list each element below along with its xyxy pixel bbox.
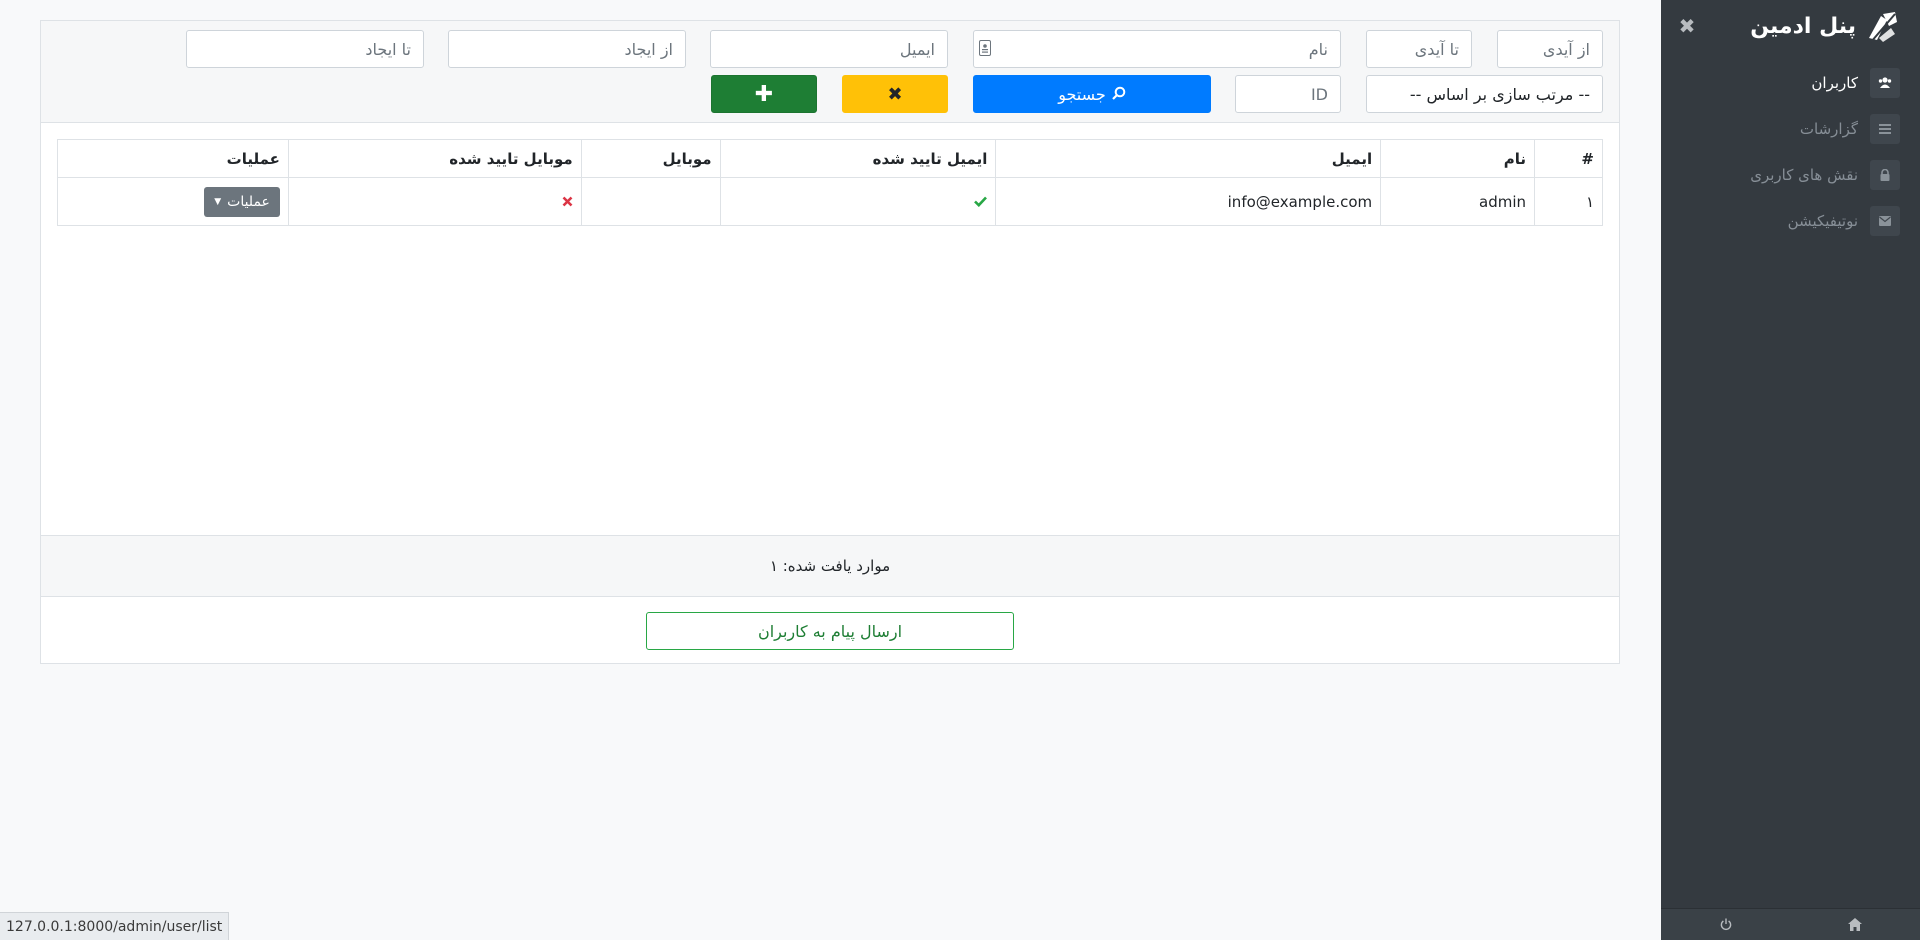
status-bar-url: 127.0.0.1:8000/admin/user/list [0, 912, 230, 940]
sort-select-value: -- مرتب سازی بر اساس -- [1409, 84, 1590, 104]
users-icon [1870, 68, 1900, 98]
search-icon [1112, 85, 1126, 104]
brand-logo-icon [1864, 7, 1902, 45]
cross-icon [562, 193, 573, 211]
sidebar: پنل ادمین ✖ کاربران گزارشات نقش های کارب… [1661, 0, 1920, 940]
contact-card-icon [979, 40, 991, 56]
caret-down-icon: ▼ [214, 196, 222, 207]
from-id-input[interactable] [1497, 30, 1603, 68]
id-input[interactable] [1235, 75, 1341, 113]
sort-select[interactable]: -- مرتب سازی بر اساس -- [1366, 75, 1603, 113]
sidebar-header: پنل ادمین ✖ [1661, 0, 1920, 52]
sidebar-item-reports[interactable]: گزارشات [1661, 106, 1920, 152]
power-icon[interactable] [1706, 910, 1746, 940]
cell-mobile [580, 177, 721, 226]
to-id-input[interactable] [1366, 30, 1472, 68]
name-field-wrapper [973, 30, 1341, 68]
sidebar-item-label: گزارشات [1799, 120, 1858, 138]
results-count-bar: موارد یافت شده: ۱ [41, 535, 1619, 597]
from-created-input[interactable] [448, 30, 686, 68]
table-header-row: # نام ایمیل ایمیل تایید شده موبایل موبای… [57, 139, 1603, 178]
col-header-email: ایمیل [995, 139, 1382, 178]
cell-email-verified [719, 177, 997, 226]
to-created-input[interactable] [186, 30, 424, 68]
col-header-operations: عملیات [57, 139, 289, 178]
reset-button[interactable]: ✖ [842, 75, 948, 113]
results-count: موارد یافت شده: ۱ [769, 557, 891, 575]
col-header-mobile-verified: موبایل تایید شده [287, 139, 582, 178]
search-button[interactable]: جستجو [973, 75, 1211, 113]
home-icon[interactable] [1835, 910, 1875, 940]
sidebar-item-label: نوتیفیکیشن [1787, 212, 1858, 230]
search-button-label: جستجو [1058, 84, 1106, 104]
col-header-index: # [1534, 139, 1603, 178]
users-table: # نام ایمیل ایمیل تایید شده موبایل موبای… [57, 139, 1603, 226]
envelope-icon [1870, 206, 1900, 236]
cell-name: admin [1380, 177, 1536, 226]
operations-dropdown-button[interactable]: عملیات ▼ [204, 186, 280, 217]
operations-label: عملیات [227, 193, 270, 210]
check-icon [974, 193, 988, 211]
sidebar-menu: کاربران گزارشات نقش های کاربری نوتیفیکیش… [1661, 60, 1920, 244]
send-message-label: ارسال پیام به کاربران [757, 621, 903, 641]
col-header-mobile: موبایل [580, 139, 721, 178]
cell-index: ۱ [1534, 177, 1603, 226]
sidebar-footer [1661, 908, 1920, 940]
name-input[interactable] [973, 30, 1341, 68]
col-header-email-verified: ایمیل تایید شده [719, 139, 997, 178]
sidebar-item-label: نقش های کاربری [1750, 166, 1858, 184]
sidebar-close-icon[interactable]: ✖ [1675, 14, 1699, 38]
sidebar-item-roles[interactable]: نقش های کاربری [1661, 152, 1920, 198]
cell-email: info@example.com [995, 177, 1382, 226]
filter-panel: -- مرتب سازی بر اساس -- جستجو ✖ ✚ [41, 21, 1619, 123]
email-input[interactable] [710, 30, 948, 68]
sidebar-item-users[interactable]: کاربران [1661, 60, 1920, 106]
col-header-name: نام [1380, 139, 1536, 178]
cell-mobile-verified [287, 177, 582, 226]
brand-title: پنل ادمین [1750, 13, 1856, 39]
send-message-area: ارسال پیام به کاربران [41, 597, 1619, 665]
sidebar-item-label: کاربران [1811, 74, 1858, 92]
table-row: ۱ admin info@example.com عملیات ▼ [57, 177, 1603, 226]
send-message-button[interactable]: ارسال پیام به کاربران [646, 612, 1014, 650]
cell-operations: عملیات ▼ [57, 177, 289, 226]
add-user-button[interactable]: ✚ [711, 75, 817, 113]
lock-icon [1870, 160, 1900, 190]
close-icon: ✖ [887, 83, 903, 105]
plus-icon: ✚ [754, 81, 774, 107]
list-icon [1870, 114, 1900, 144]
users-card: -- مرتب سازی بر اساس -- جستجو ✖ ✚ # نام [40, 20, 1620, 664]
table-area: # نام ایمیل ایمیل تایید شده موبایل موبای… [41, 123, 1619, 535]
sidebar-item-notifications[interactable]: نوتیفیکیشن [1661, 198, 1920, 244]
